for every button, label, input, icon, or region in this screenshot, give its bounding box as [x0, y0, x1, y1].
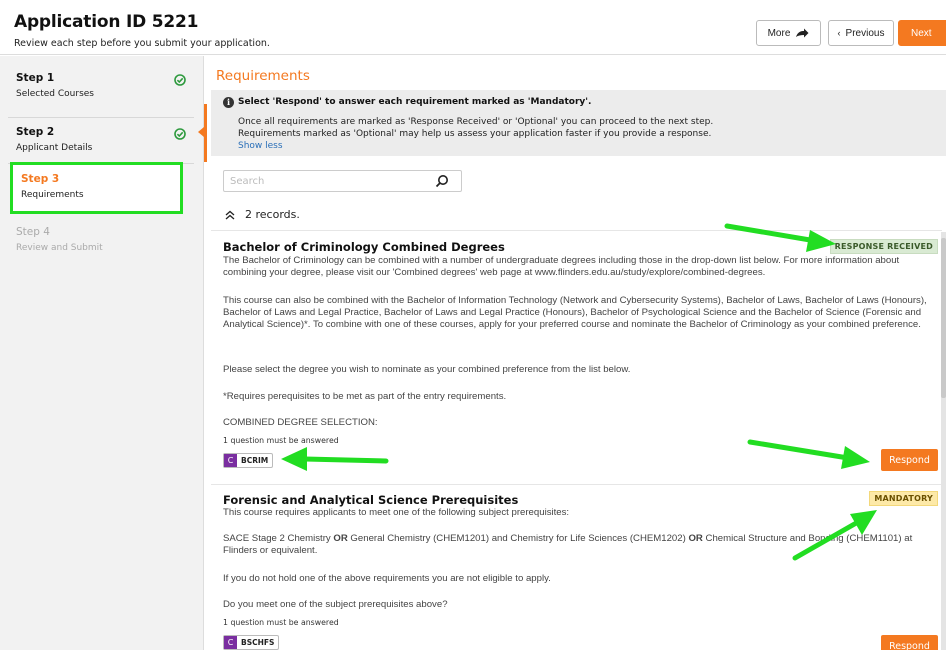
requirement-title: Forensic and Analytical Science Prerequi…: [223, 493, 519, 507]
or-keyword: OR: [688, 533, 703, 544]
search-icon[interactable]: [435, 174, 449, 188]
sidebar-step-4[interactable]: Step 4 Review and Submit: [8, 218, 194, 261]
requirement-description: Do you meet one of the subject prerequis…: [223, 599, 448, 610]
records-count-label: 2 records.: [245, 208, 300, 221]
step-subtitle: Requirements: [21, 190, 84, 200]
app-header: Application ID 5221 Review each step bef…: [0, 0, 946, 55]
previous-button[interactable]: ‹ Previous: [828, 20, 894, 46]
scrollbar[interactable]: [941, 232, 946, 650]
chevron-left-icon: ‹: [837, 28, 841, 38]
question-note: 1 question must be answered: [223, 618, 339, 627]
step-subtitle: Selected Courses: [16, 89, 94, 99]
chip-letter: C: [224, 636, 237, 649]
prereq-text: General Chemistry (CHEM1201) and Chemist…: [347, 533, 689, 544]
chip-letter: C: [224, 454, 237, 467]
step-subtitle: Applicant Details: [16, 143, 93, 153]
requirement-item: Forensic and Analytical Science Prerequi…: [211, 484, 942, 650]
requirement-description: The Bachelor of Criminology can be combi…: [223, 255, 900, 279]
active-step-caret-icon: [198, 127, 204, 137]
requirement-description: SACE Stage 2 Chemistry OR General Chemis…: [223, 533, 935, 557]
status-badge: MANDATORY: [869, 491, 938, 506]
step-title: Step 4: [16, 226, 50, 238]
requirement-description: If you do not hold one of the above requ…: [223, 573, 551, 584]
requirement-description: Please select the degree you wish to nom…: [223, 364, 631, 375]
degree-chip[interactable]: C BCRIM: [223, 453, 274, 468]
search-input[interactable]: [223, 170, 462, 192]
chip-label: BCRIM: [241, 456, 269, 465]
more-button-label: More: [767, 27, 791, 39]
step-title: Step 1: [16, 72, 55, 84]
collapse-all-icon[interactable]: [225, 210, 235, 220]
scrollbar-thumb[interactable]: [941, 238, 946, 398]
prereq-text: SACE Stage 2 Chemistry: [223, 533, 334, 544]
requirement-description: COMBINED DEGREE SELECTION:: [223, 417, 378, 428]
share-arrow-icon: [796, 28, 809, 37]
check-circle-icon: [174, 128, 186, 140]
requirement-description: This course requires applicants to meet …: [223, 507, 570, 518]
or-keyword: OR: [333, 533, 348, 544]
step-subtitle: Review and Submit: [16, 243, 103, 253]
requirement-description: *Requires perequisites to be met as part…: [223, 391, 507, 402]
requirement-item: Bachelor of Criminology Combined Degrees…: [211, 230, 942, 484]
respond-button[interactable]: Respond: [881, 635, 938, 650]
records-count: 2 records.: [225, 208, 300, 221]
status-badge: RESPONSE RECEIVED: [829, 239, 938, 254]
info-heading: Select 'Respond' to answer each requirem…: [238, 97, 592, 107]
next-button[interactable]: Next: [898, 20, 946, 46]
next-button-label: Next: [911, 27, 932, 39]
page-title: Application ID 5221: [14, 12, 199, 32]
step-title: Step 2: [16, 126, 55, 138]
main-content: Requirements i Select 'Respond' to answe…: [205, 56, 946, 650]
chip-label: BSCHFS: [241, 638, 275, 647]
info-icon: i: [223, 97, 234, 108]
info-text: Once all requirements are marked as 'Res…: [238, 117, 714, 127]
sidebar-step-2[interactable]: Step 2 Applicant Details: [8, 118, 194, 164]
section-title: Requirements: [216, 68, 310, 84]
requirement-title: Bachelor of Criminology Combined Degrees: [223, 240, 505, 254]
sidebar-step-1[interactable]: Step 1 Selected Courses: [8, 64, 194, 118]
steps-sidebar: Step 1 Selected Courses Step 2 Applicant…: [0, 56, 204, 650]
requirement-description: This course can also be combined with th…: [223, 295, 927, 331]
check-circle-icon: [174, 74, 186, 86]
question-note: 1 question must be answered: [223, 436, 339, 445]
sidebar-step-3-active[interactable]: Step 3 Requirements: [10, 162, 183, 214]
previous-button-label: Previous: [845, 27, 885, 39]
show-less-link[interactable]: Show less: [238, 141, 283, 151]
degree-chip[interactable]: C BSCHFS: [223, 635, 280, 650]
more-button[interactable]: More: [756, 20, 821, 46]
step-title: Step 3: [21, 173, 60, 185]
respond-button[interactable]: Respond: [881, 449, 938, 471]
info-text: Requirements marked as 'Optional' may he…: [238, 129, 712, 139]
info-panel: i Select 'Respond' to answer each requir…: [211, 90, 946, 156]
page-subtitle: Review each step before you submit your …: [14, 38, 270, 49]
